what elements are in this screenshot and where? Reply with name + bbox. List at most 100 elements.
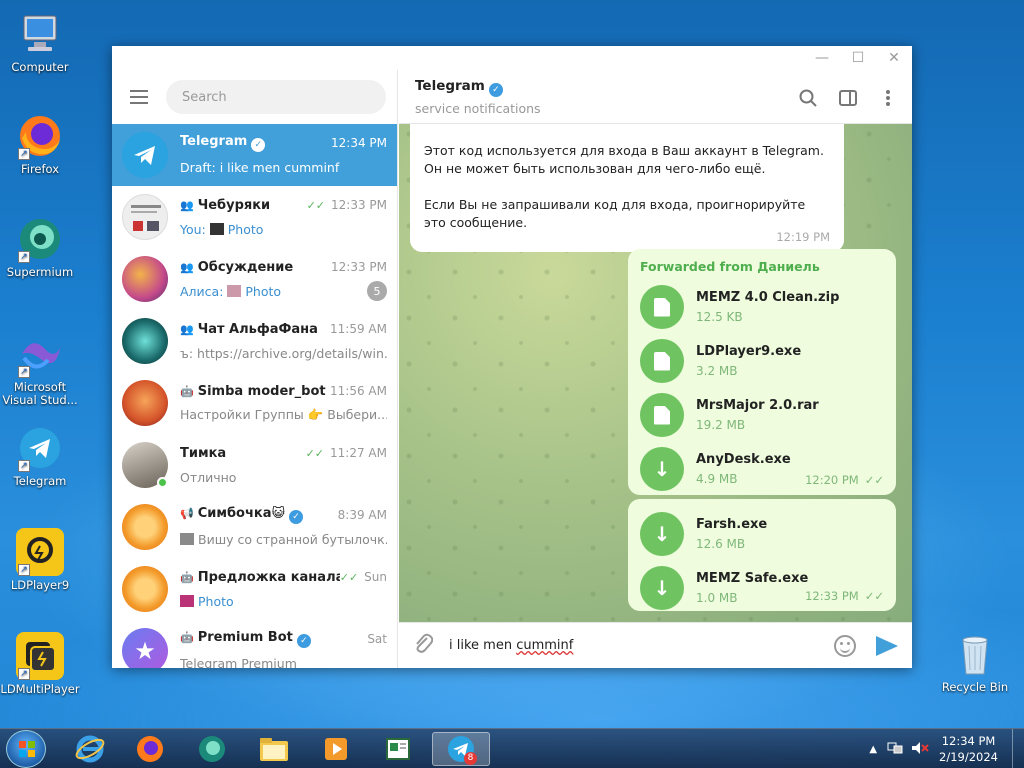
start-button[interactable]: [6, 730, 46, 768]
chat-item-simbochka[interactable]: 📢 Симбочка😺 ✓ 8:39 AM Вишу со странной буты…: [112, 496, 397, 558]
show-hidden-icons-icon[interactable]: ▲: [869, 744, 877, 755]
chat-item-premium-bot[interactable]: ★ 🤖 Premium Bot ✓ Sat Telegram Premium: [112, 620, 397, 668]
menu-icon[interactable]: [126, 83, 154, 111]
star-icon: ★: [134, 637, 156, 665]
file-size: 19.2 MB: [696, 418, 746, 432]
desktop-icon-firefox[interactable]: ↗ Firefox: [0, 112, 82, 176]
verified-icon: ✓: [296, 634, 311, 648]
chat-time: 11:59 AM: [330, 322, 387, 336]
network-icon[interactable]: [887, 741, 903, 758]
minimize-button[interactable]: —: [804, 46, 840, 70]
message-text: Если Вы не запрашивали код для входа, пр…: [424, 197, 806, 230]
desktop-icon-recycle-bin[interactable]: Recycle Bin: [933, 630, 1017, 694]
maximize-button[interactable]: ☐: [840, 46, 876, 70]
chat-item-cheburyaki[interactable]: 👥 Чебуряки ✓✓ 12:33 PM You: Photo: [112, 186, 397, 248]
chat-name: 🤖 Simba moder_bot: [180, 383, 326, 399]
download-icon[interactable]: ↓: [640, 512, 684, 556]
desktop-icon-supermium[interactable]: ↗ Supermium: [0, 215, 82, 279]
file-attachment[interactable]: LDPlayer9.exe 3.2 MB: [640, 334, 884, 388]
message-time: 12:20 PM ✓✓: [805, 473, 884, 487]
document-icon: [386, 738, 410, 760]
chat-item-predlozhka[interactable]: 🤖Предложка канала ...✓✓ Sun Photo: [112, 558, 397, 620]
read-checkmarks-icon: ✓✓: [339, 570, 359, 584]
download-icon[interactable]: ↓: [640, 447, 684, 491]
volume-muted-icon[interactable]: [911, 741, 929, 758]
firefox-icon: [137, 736, 163, 762]
messages-pane[interactable]: Этот код используется для входа в Ваш ак…: [399, 124, 912, 622]
chat-item-alfafan[interactable]: 👥 Чат АльфаФана 11:59 AM ъ: https://archiv…: [112, 310, 397, 372]
file-name: Farsh.exe: [696, 517, 768, 532]
taskbar-media-player[interactable]: [310, 732, 362, 766]
message-input[interactable]: i like men cumminf: [449, 638, 834, 653]
photo-thumbnail: [209, 222, 224, 235]
chat-time: Sat: [367, 632, 387, 646]
file-attachment[interactable]: ↓ MEMZ Safe.exe 1.0 MB: [640, 561, 884, 615]
search-icon[interactable]: [794, 84, 822, 112]
online-indicator: [157, 477, 168, 488]
outgoing-message-files[interactable]: ↓ Farsh.exe 12.6 MB ↓ MEMZ Safe.exe 1.0 MB…: [628, 499, 896, 611]
incoming-message[interactable]: Этот код используется для входа в Ваш ак…: [410, 124, 844, 252]
taskbar-telegram[interactable]: 8: [432, 732, 490, 766]
chat-item-telegram[interactable]: Telegram ✓ 12:34 PM Draft: i like men cumm…: [112, 124, 397, 186]
chat-item-timka[interactable]: Тимка ✓✓ 11:27 AM Отлично: [112, 434, 397, 496]
file-icon[interactable]: [640, 393, 684, 437]
avatar: [122, 380, 168, 426]
desktop-icon-telegram[interactable]: ↗ Telegram: [0, 424, 82, 488]
clock[interactable]: 12:34 PM 2/19/2024: [939, 733, 998, 765]
desktop-icon-label: Firefox: [20, 162, 60, 176]
clock-date: 2/19/2024: [939, 750, 998, 764]
group-icon: 👥: [180, 322, 194, 336]
taskbar-document-viewer[interactable]: [372, 732, 424, 766]
supermium-icon: [199, 736, 225, 762]
file-name: MEMZ 4.0 Clean.zip: [696, 290, 840, 305]
chat-header[interactable]: Telegram ✓ service notifications: [399, 70, 912, 124]
search-input[interactable]: Search: [166, 80, 386, 114]
desktop-icon-ldplayer9[interactable]: ↗ LDPlayer9: [0, 528, 82, 592]
download-icon[interactable]: ↓: [640, 566, 684, 610]
chat-name: 👥 Чебуряки: [180, 197, 271, 213]
show-desktop-button[interactable]: [1012, 729, 1024, 768]
desktop-icon-label: Telegram: [13, 474, 67, 488]
more-options-icon[interactable]: [874, 84, 902, 112]
firefox-icon: ↗: [16, 112, 64, 160]
taskbar-file-explorer[interactable]: [248, 732, 300, 766]
title-bar: — ☐ ✕: [112, 46, 912, 70]
sidebar-toggle-icon[interactable]: [834, 84, 862, 112]
outgoing-message-files[interactable]: Forwarded from Даниель MEMZ 4.0 Clean.zi…: [628, 249, 896, 495]
avatar: [122, 442, 168, 488]
file-size: 3.2 MB: [696, 364, 738, 378]
chat-preview: You: Photo: [180, 221, 264, 237]
file-attachment[interactable]: ↓ Farsh.exe 12.6 MB: [640, 507, 884, 561]
chat-preview: Photo: [180, 594, 387, 609]
desktop-icon-label: LDPlayer9: [10, 578, 70, 592]
taskbar-supermium[interactable]: [186, 732, 238, 766]
file-icon[interactable]: [640, 339, 684, 383]
desktop-icon-label: Computer: [11, 60, 69, 74]
forwarded-header[interactable]: Forwarded from Даниель: [640, 259, 884, 274]
emoji-icon[interactable]: [834, 634, 856, 657]
file-attachment[interactable]: MrsMajor 2.0.rar 19.2 MB: [640, 388, 884, 442]
close-button[interactable]: ✕: [876, 46, 912, 70]
taskbar-firefox[interactable]: [124, 732, 176, 766]
chat-preview: Telegram Premium: [180, 655, 297, 669]
attach-icon[interactable]: [413, 632, 437, 659]
file-attachment[interactable]: MEMZ 4.0 Clean.zip 12.5 KB: [640, 280, 884, 334]
file-size: 12.6 MB: [696, 537, 746, 551]
chat-name: 👥 Чат АльфаФана: [180, 321, 318, 337]
chat-time: 12:33 PM: [331, 260, 387, 274]
chat-name: 👥 Обсуждение: [180, 259, 294, 275]
desktop-icon-visual-studio[interactable]: ↗ Microsoft Visual Stud...: [0, 330, 82, 407]
file-icon[interactable]: [640, 285, 684, 329]
file-attachment[interactable]: ↓ AnyDesk.exe 4.9 MB: [640, 442, 884, 496]
send-icon[interactable]: [876, 635, 898, 656]
read-checkmarks-icon: ✓✓: [864, 589, 884, 603]
chat-item-simba-moder-bot[interactable]: 🤖 Simba moder_bot 11:56 AM Настройки Групп…: [112, 372, 397, 434]
taskbar-internet-explorer[interactable]: [64, 732, 116, 766]
read-checkmarks-icon: ✓✓: [305, 446, 325, 460]
message-time: 12:33 PM ✓✓: [805, 589, 884, 603]
desktop-icon-ldmultiplayer[interactable]: ↗ LDMultiPlayer: [0, 632, 82, 696]
file-name: MrsMajor 2.0.rar: [696, 398, 819, 413]
desktop-icon-computer[interactable]: Computer: [0, 10, 82, 74]
chat-item-obsuzhdenie[interactable]: 👥 Обсуждение 12:33 PM Алиса: Photo 5: [112, 248, 397, 310]
chat-time: 12:33 PM: [331, 198, 387, 212]
